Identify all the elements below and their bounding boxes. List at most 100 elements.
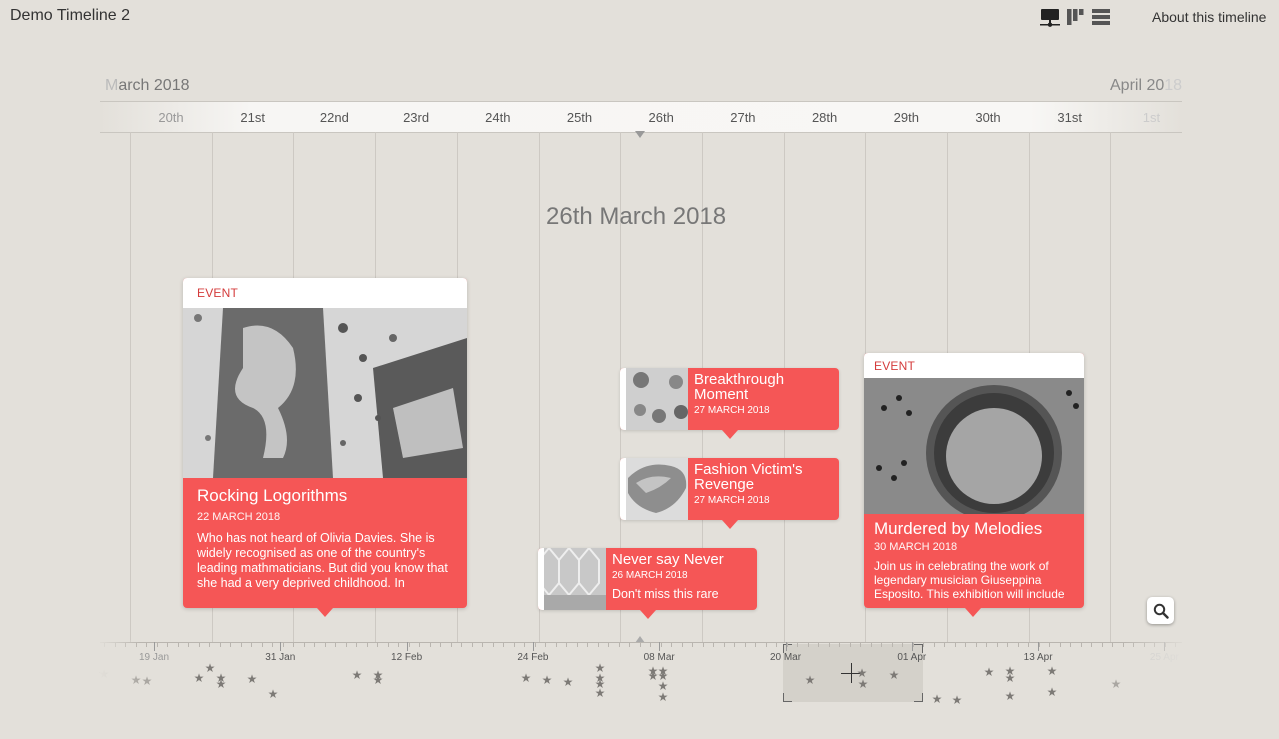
day-label[interactable]: 1st	[1143, 110, 1160, 125]
event-marker-star-icon[interactable]: ★	[99, 668, 110, 680]
overview-tick	[576, 642, 578, 647]
overview-tick	[555, 642, 557, 647]
day-label[interactable]: 21st	[240, 110, 265, 125]
event-card-never-say-never[interactable]: Never say Never 26 MARCH 2018 Don't miss…	[538, 548, 757, 619]
event-marker-star-icon[interactable]: ★	[658, 691, 669, 703]
event-marker-star-icon[interactable]: ★	[352, 669, 363, 681]
event-marker-star-icon[interactable]: ★	[889, 669, 900, 681]
overview-tick	[797, 642, 798, 647]
overview-tick	[923, 642, 924, 647]
overview-tick	[293, 642, 294, 647]
overview-tick	[1122, 642, 1124, 647]
event-marker-star-icon[interactable]: ★	[952, 694, 963, 706]
overview-tick	[1028, 642, 1029, 647]
day-label[interactable]: 25th	[567, 110, 592, 125]
event-marker-star-icon[interactable]: ★	[563, 676, 574, 688]
event-marker-star-icon[interactable]: ★	[142, 675, 153, 687]
masonry-view-icon[interactable]	[1067, 8, 1085, 31]
event-marker-star-icon[interactable]: ★	[542, 674, 553, 686]
overview-tick	[765, 642, 767, 647]
event-marker-star-icon[interactable]: ★	[194, 672, 205, 684]
overview-tick	[251, 642, 252, 647]
event-marker-star-icon[interactable]: ★	[131, 674, 142, 686]
event-marker-star-icon[interactable]: ★	[205, 662, 216, 674]
card-body: Breakthrough Moment 27 MARCH 2018	[694, 372, 833, 416]
card-header: EVENT	[864, 353, 1084, 378]
event-tag: EVENT	[874, 359, 916, 373]
window-corner	[914, 693, 923, 702]
overview-tick	[1080, 642, 1082, 647]
overview-tick	[482, 642, 483, 647]
event-card-murdered-by-melodies[interactable]: EVENT Murdered by Melodies 30 MARCH 2018…	[864, 353, 1084, 617]
event-card-rocking-logorithms[interactable]: EVENT Rocking Logorithms 22 MARCH 2018 W…	[183, 278, 467, 617]
event-marker-star-icon[interactable]: ★	[268, 688, 279, 700]
event-marker-star-icon[interactable]: ★	[216, 678, 227, 690]
overview-tick	[902, 642, 903, 647]
event-marker-star-icon[interactable]: ★	[247, 673, 258, 685]
day-label[interactable]: 28th	[812, 110, 837, 125]
month-label-fade: M	[105, 77, 119, 94]
overview-tick	[135, 642, 137, 647]
event-marker-star-icon[interactable]: ★	[858, 678, 869, 690]
overview-tick	[209, 642, 210, 647]
day-label[interactable]: 30th	[975, 110, 1000, 125]
overview-tick	[1112, 642, 1113, 647]
event-card-fashion-victims-revenge[interactable]: Fashion Victim's Revenge 27 MARCH 2018	[620, 458, 839, 529]
event-marker-star-icon[interactable]: ★	[805, 674, 816, 686]
overview-tick	[692, 642, 693, 647]
overview-tick	[744, 642, 746, 647]
zoom-button[interactable]	[1147, 597, 1174, 624]
month-label-fade: 18	[1164, 77, 1183, 94]
overview-tick	[408, 642, 410, 647]
overview-tick	[366, 642, 368, 647]
day-label[interactable]: 24th	[485, 110, 510, 125]
timeline-view-icon[interactable]	[1040, 8, 1060, 33]
overview-tick	[1049, 642, 1050, 647]
day-label[interactable]: 31st	[1057, 110, 1082, 125]
day-label[interactable]: 23rd	[403, 110, 429, 125]
event-marker-star-icon[interactable]: ★	[1047, 686, 1058, 698]
overview-tick	[891, 642, 893, 647]
event-marker-star-icon[interactable]: ★	[932, 693, 943, 705]
overview-tick	[629, 642, 630, 647]
overview-tick	[1175, 642, 1176, 647]
overview-tick	[450, 642, 452, 647]
overview-tick	[870, 642, 872, 647]
event-title: Breakthrough Moment	[694, 371, 785, 403]
day-label[interactable]: 20th	[158, 110, 183, 125]
card-body: Rocking Logorithms 22 MARCH 2018 Who has…	[183, 478, 467, 591]
overview-tick	[996, 642, 998, 647]
overview-tick	[324, 642, 326, 647]
event-date: 22 MARCH 2018	[197, 511, 281, 523]
event-marker-star-icon[interactable]: ★	[1005, 672, 1016, 684]
event-date: 26 MARCH 2018	[612, 570, 688, 581]
overview-major-tick	[154, 642, 155, 651]
event-marker-star-icon[interactable]: ★	[595, 687, 606, 699]
event-marker-star-icon[interactable]: ★	[1005, 690, 1016, 702]
overview-tick	[1007, 642, 1008, 647]
list-view-icon[interactable]	[1092, 8, 1110, 31]
grid-line	[130, 132, 131, 642]
overview-strip[interactable]: 19 Jan 31 Jan 12 Feb 24 Feb 08 Mar 20 Mar 01 A…	[99, 642, 1182, 712]
overview-major-tick	[659, 642, 661, 651]
day-label[interactable]: 29th	[894, 110, 919, 125]
day-label[interactable]: 26th	[649, 110, 674, 125]
overview-tick	[881, 642, 882, 647]
overview-tick	[146, 642, 147, 647]
event-marker-star-icon[interactable]: ★	[984, 666, 995, 678]
event-card-breakthrough-moment[interactable]: Breakthrough Moment 27 MARCH 2018	[620, 368, 839, 439]
overview-tick	[1143, 642, 1145, 647]
event-marker-star-icon[interactable]: ★	[521, 672, 532, 684]
day-label[interactable]: 27th	[730, 110, 755, 125]
day-scale[interactable]: 20th 21st 22nd 23rd 24th 25th 26th 27th 28th 29th…	[100, 101, 1182, 133]
overview-major-tick	[1164, 642, 1166, 651]
event-marker-star-icon[interactable]: ★	[1047, 665, 1058, 677]
overview-tick	[398, 642, 399, 647]
about-timeline-link[interactable]: About this timeline	[1152, 9, 1266, 25]
event-date: 27 MARCH 2018	[694, 405, 770, 416]
event-marker-star-icon[interactable]: ★	[1111, 678, 1122, 690]
overview-tick	[219, 642, 221, 647]
day-label[interactable]: 22nd	[320, 110, 349, 125]
event-marker-star-icon[interactable]: ★	[373, 674, 384, 686]
view-switcher	[1040, 8, 1110, 33]
